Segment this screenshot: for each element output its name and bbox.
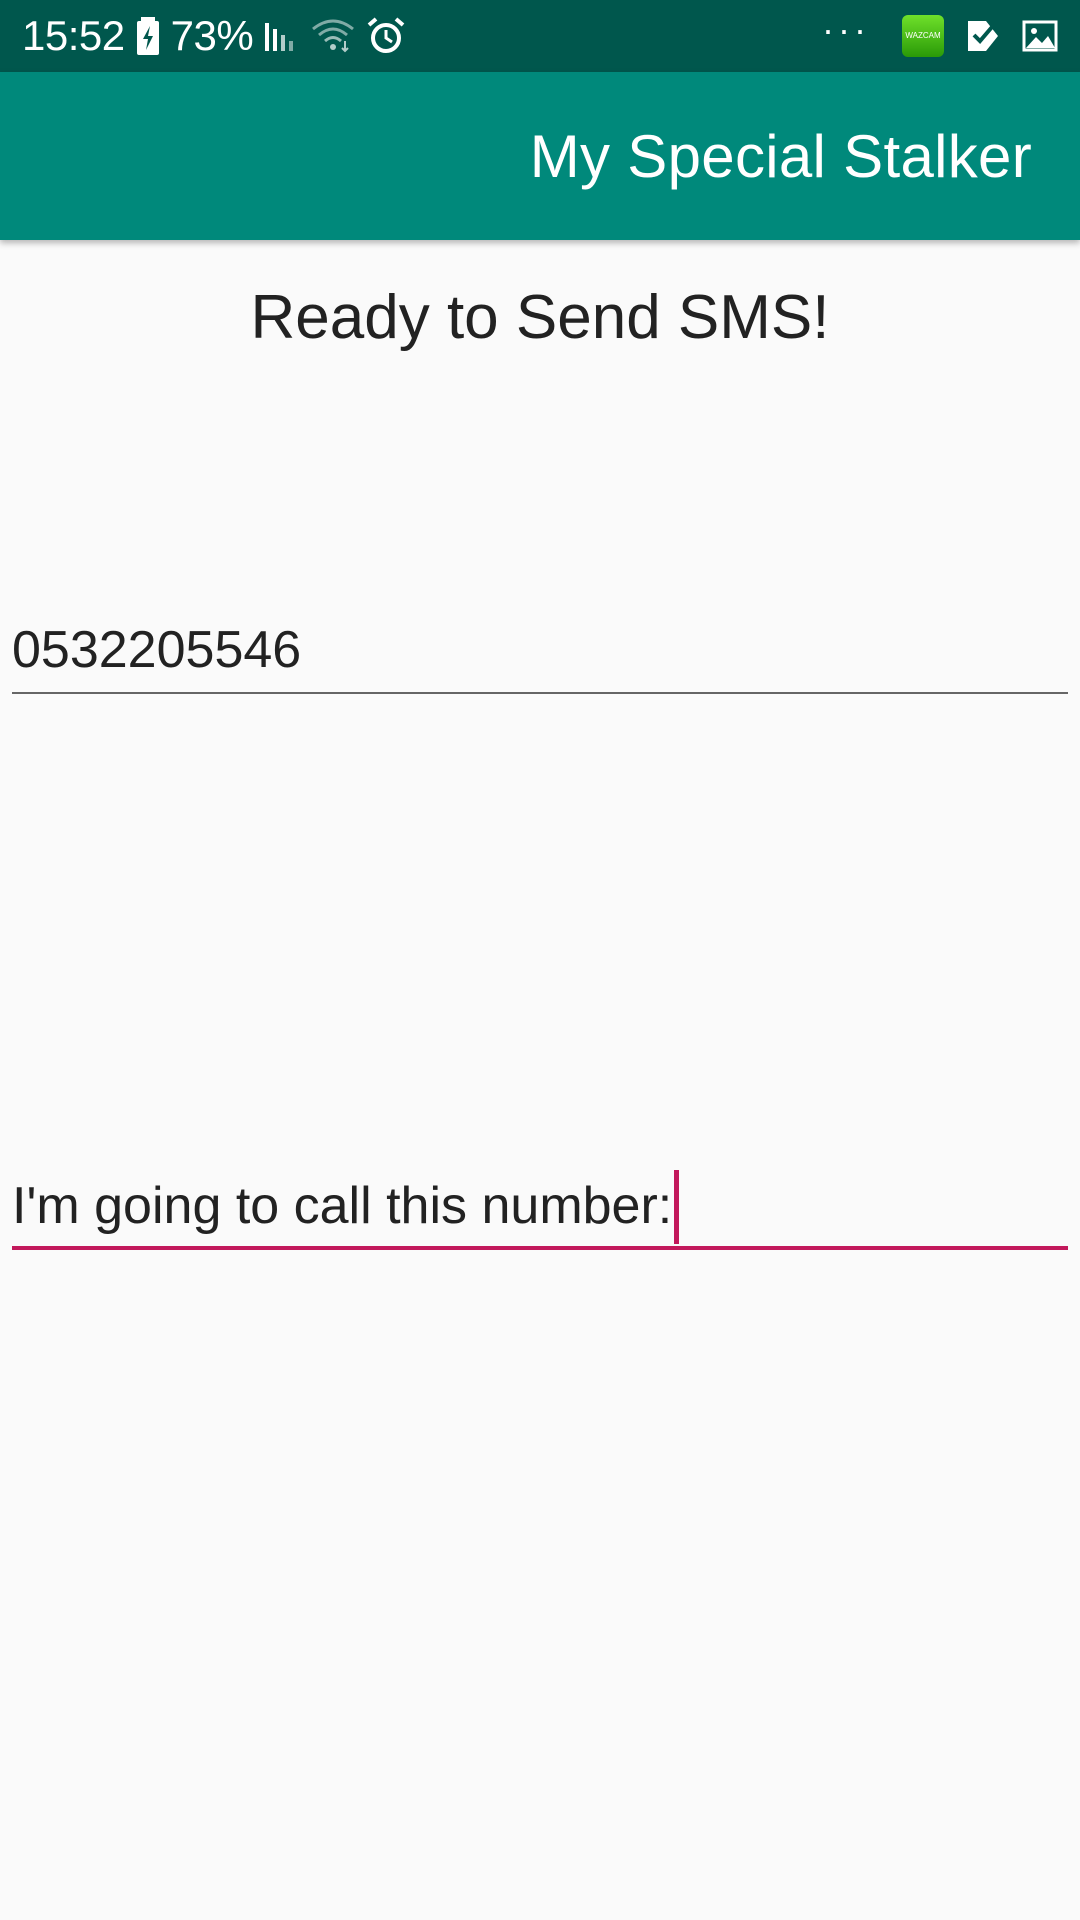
status-bar: 15:52 73% ··· WAZCAM bbox=[0, 0, 1080, 72]
phone-number-field[interactable]: 0532205546 bbox=[12, 604, 1068, 694]
app-bar: My Special Stalker bbox=[0, 72, 1080, 240]
signal-icon bbox=[265, 21, 299, 51]
more-dots-icon: ··· bbox=[822, 9, 870, 50]
wifi-icon bbox=[311, 19, 355, 53]
wazcam-label: WAZCAM bbox=[905, 31, 941, 40]
app-title: My Special Stalker bbox=[529, 122, 1032, 190]
message-underline bbox=[12, 1246, 1068, 1250]
battery-percent: 73% bbox=[170, 12, 254, 59]
message-text-row: I'm going to call this number: bbox=[12, 1162, 680, 1244]
app-screen: 15:52 73% ··· WAZCAM My Special Stalker … bbox=[0, 0, 1080, 1920]
phone-number-value: 0532205546 bbox=[12, 621, 302, 679]
battery-charging-icon bbox=[136, 17, 159, 55]
status-time: 15:52 bbox=[22, 12, 125, 59]
message-value: I'm going to call this number: bbox=[12, 1177, 673, 1235]
message-field[interactable]: I'm going to call this number: bbox=[12, 1160, 1068, 1250]
ready-heading: Ready to Send SMS! bbox=[250, 283, 830, 352]
checklist-icon bbox=[966, 19, 1000, 53]
phone-number-underline bbox=[12, 692, 1068, 694]
image-icon bbox=[1022, 20, 1058, 52]
status-right-group: ··· WAZCAM bbox=[822, 9, 1058, 57]
text-cursor bbox=[674, 1170, 680, 1244]
alarm-icon bbox=[367, 17, 405, 55]
status-left-group: 15:52 73% bbox=[22, 12, 405, 60]
wazcam-app-icon: WAZCAM bbox=[902, 15, 944, 57]
